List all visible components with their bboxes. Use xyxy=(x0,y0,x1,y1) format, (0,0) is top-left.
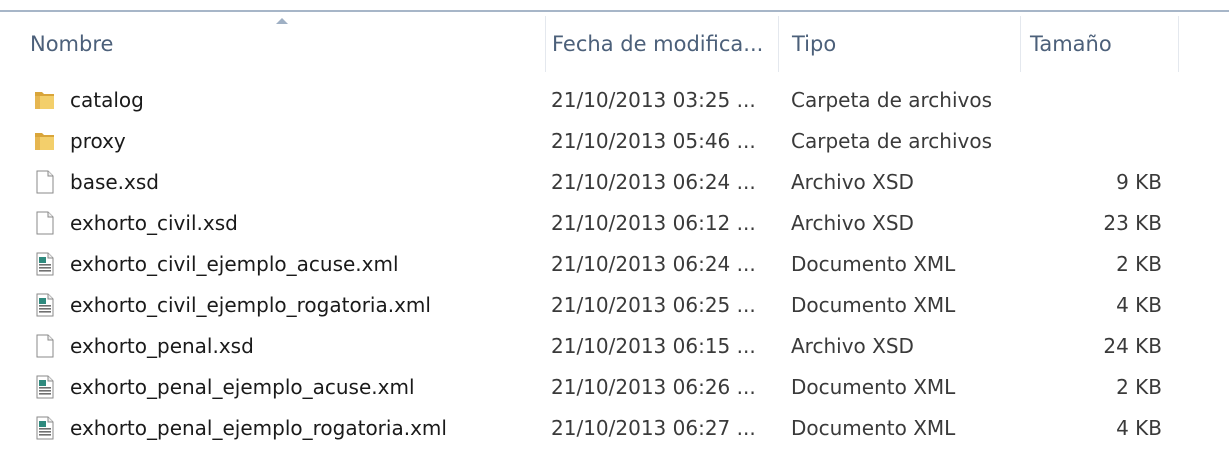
xml-file-icon xyxy=(32,374,58,400)
blank-file-icon xyxy=(32,169,58,195)
column-divider[interactable] xyxy=(1178,16,1179,72)
file-type: Archivo XSD xyxy=(791,211,914,235)
file-row[interactable]: exhorto_civil_ejemplo_acuse.xml 21/10/201… xyxy=(0,244,1229,284)
file-date-modified: 21/10/2013 06:24 ... xyxy=(551,252,756,276)
file-name: exhorto_penal_ejemplo_rogatoria.xml xyxy=(70,416,447,440)
header-top-border xyxy=(0,10,1229,12)
column-divider[interactable] xyxy=(778,16,779,72)
file-name: catalog xyxy=(70,88,144,112)
file-size: 4 KB xyxy=(1116,293,1162,317)
file-date-modified: 21/10/2013 06:27 ... xyxy=(551,416,756,440)
file-type: Carpeta de archivos xyxy=(791,88,993,112)
blank-file-icon xyxy=(32,333,58,359)
file-name: base.xsd xyxy=(70,170,159,194)
file-row[interactable]: exhorto_civil.xsd 21/10/2013 06:12 ... Arc… xyxy=(0,203,1229,243)
file-date-modified: 21/10/2013 03:25 ... xyxy=(551,88,756,112)
file-type: Documento XML xyxy=(791,375,956,399)
xml-file-icon xyxy=(32,251,58,277)
file-type: Documento XML xyxy=(791,416,956,440)
xml-file-icon xyxy=(32,415,58,441)
file-size: 4 KB xyxy=(1116,416,1162,440)
file-date-modified: 21/10/2013 06:26 ... xyxy=(551,375,756,399)
blank-file-icon xyxy=(32,210,58,236)
file-name: exhorto_penal_ejemplo_acuse.xml xyxy=(70,375,415,399)
file-date-modified: 21/10/2013 06:15 ... xyxy=(551,334,756,358)
file-row[interactable]: exhorto_civil_ejemplo_rogatoria.xml 21/10… xyxy=(0,285,1229,325)
file-size: 23 KB xyxy=(1103,211,1162,235)
file-size xyxy=(1030,121,1162,161)
column-header-type[interactable]: Tipo xyxy=(780,16,1020,72)
file-row[interactable]: base.xsd 21/10/2013 06:24 ... Archivo XSD 9… xyxy=(0,162,1229,202)
file-date-modified: 21/10/2013 06:24 ... xyxy=(551,170,756,194)
file-type: Carpeta de archivos xyxy=(791,129,993,153)
column-header-name[interactable]: Nombre xyxy=(18,16,545,72)
file-name: exhorto_penal.xsd xyxy=(70,334,254,358)
folder-icon xyxy=(32,128,58,154)
column-header-date[interactable]: Fecha de modifica... xyxy=(540,16,780,72)
file-row[interactable]: proxy 21/10/2013 05:46 ... Carpeta de arch… xyxy=(0,121,1229,161)
file-date-modified: 21/10/2013 06:12 ... xyxy=(551,211,756,235)
file-date-modified: 21/10/2013 05:46 ... xyxy=(551,129,756,153)
file-size: 24 KB xyxy=(1103,334,1162,358)
file-type: Documento XML xyxy=(791,293,956,317)
file-type: Archivo XSD xyxy=(791,170,914,194)
file-row[interactable]: exhorto_penal_ejemplo_rogatoria.xml 21/10… xyxy=(0,408,1229,448)
file-name: exhorto_civil.xsd xyxy=(70,211,238,235)
file-name: exhorto_civil_ejemplo_acuse.xml xyxy=(70,252,399,276)
column-header-bar: Nombre Fecha de modifica... Tipo Tamaño xyxy=(0,0,1229,72)
file-row[interactable]: exhorto_penal_ejemplo_acuse.xml 21/10/201… xyxy=(0,367,1229,407)
file-size: 9 KB xyxy=(1116,170,1162,194)
xml-file-icon xyxy=(32,292,58,318)
file-size xyxy=(1030,80,1162,120)
file-row[interactable]: exhorto_penal.xsd 21/10/2013 06:15 ... Arc… xyxy=(0,326,1229,366)
file-type: Archivo XSD xyxy=(791,334,914,358)
file-name: proxy xyxy=(70,129,126,153)
column-header-size[interactable]: Tamaño xyxy=(1018,16,1178,72)
file-type: Documento XML xyxy=(791,252,956,276)
file-size: 2 KB xyxy=(1116,375,1162,399)
file-name: exhorto_civil_ejemplo_rogatoria.xml xyxy=(70,293,431,317)
folder-icon xyxy=(32,87,58,113)
file-size: 2 KB xyxy=(1116,252,1162,276)
file-date-modified: 21/10/2013 06:25 ... xyxy=(551,293,756,317)
file-row[interactable]: catalog 21/10/2013 03:25 ... Carpeta de ar… xyxy=(0,80,1229,120)
